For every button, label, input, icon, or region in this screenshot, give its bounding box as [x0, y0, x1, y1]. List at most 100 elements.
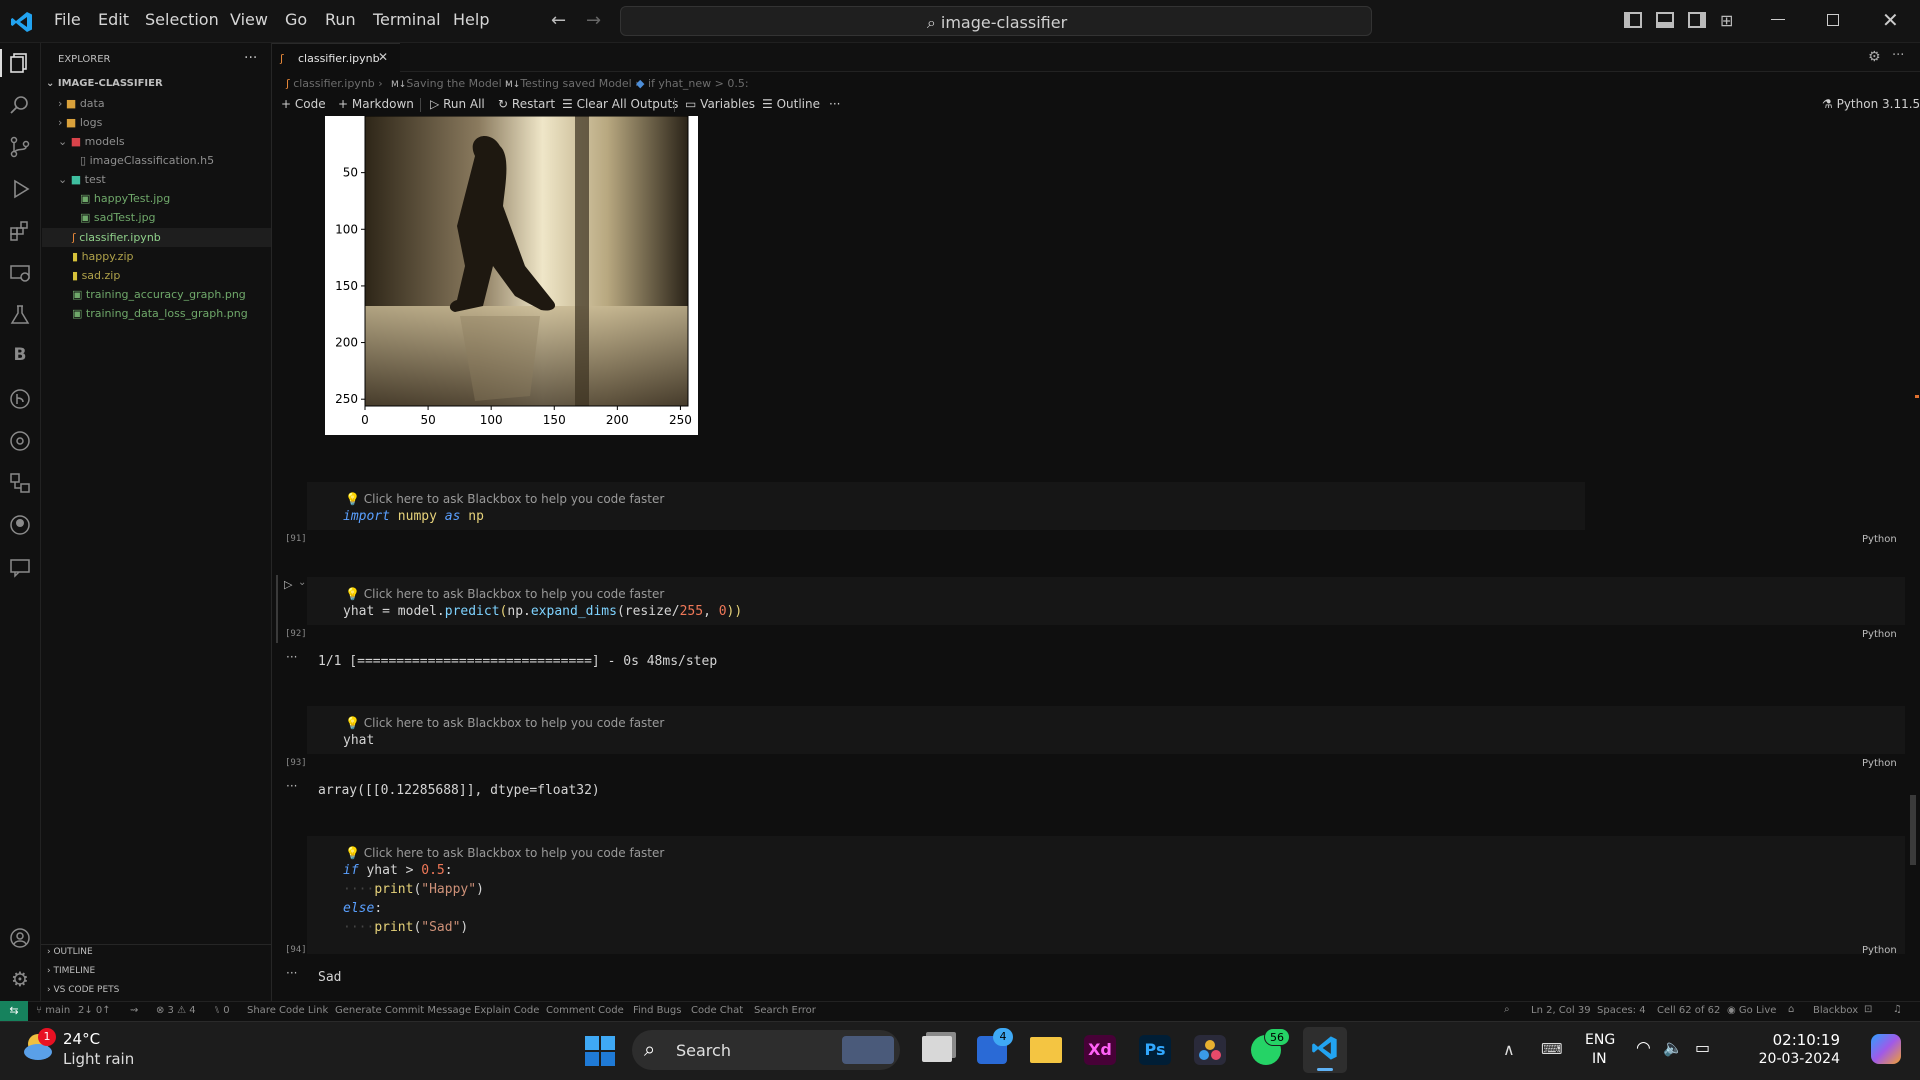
output-more-icon[interactable]: ···: [286, 779, 297, 793]
toggle-secondary-sidebar-icon[interactable]: [1688, 12, 1706, 28]
cell-language[interactable]: Python: [1862, 629, 1897, 640]
code-line[interactable]: yhat: [343, 733, 374, 748]
sync-status[interactable]: 2↓ 0↑: [78, 1005, 111, 1016]
breadcrumb-section[interactable]: M↓Saving the Model ›: [391, 77, 510, 90]
blackbox-status[interactable]: Blackbox: [1813, 1005, 1858, 1016]
cell-position[interactable]: Cell 62 of 62: [1657, 1005, 1720, 1016]
code-cell-91[interactable]: [307, 482, 1585, 530]
menu-edit[interactable]: Edit: [98, 10, 129, 29]
share-code-link[interactable]: Share Code Link: [247, 1005, 328, 1016]
menu-selection[interactable]: Selection: [145, 10, 219, 29]
adobe-xd-icon[interactable]: Xd: [1084, 1035, 1116, 1065]
folder-logs[interactable]: › ■ logs: [58, 116, 102, 129]
file-happy-zip[interactable]: ▮ happy.zip: [72, 250, 134, 263]
code-line[interactable]: else:: [343, 901, 382, 916]
run-cell-icon[interactable]: ▷: [284, 578, 292, 591]
kernel-picker[interactable]: ⚗ Python 3.11.5: [1822, 97, 1920, 111]
blackbox-hint[interactable]: 💡 Click here to ask Blackbox to help you…: [345, 846, 664, 860]
section-outline[interactable]: › OUTLINE: [47, 947, 93, 957]
liveshare-icon[interactable]: ⇝: [130, 1005, 138, 1016]
github-icon[interactable]: [8, 513, 32, 537]
close-tab-icon[interactable]: ✕: [378, 50, 388, 64]
close-window-icon[interactable]: ✕: [1882, 8, 1899, 32]
start-windows-icon[interactable]: [585, 1036, 615, 1066]
cell-language[interactable]: Python: [1862, 758, 1897, 769]
photoshop-icon[interactable]: Ps: [1139, 1035, 1171, 1065]
search-view-icon[interactable]: [8, 93, 32, 117]
code-line[interactable]: ····print("Happy"): [343, 882, 484, 897]
forward-arrow-icon[interactable]: →: [586, 10, 601, 31]
volume-icon[interactable]: 🔈: [1663, 1038, 1683, 1057]
git-graph-icon[interactable]: [8, 429, 32, 453]
taskbar-search-box[interactable]: ⌕ Search: [632, 1030, 900, 1070]
run-all-button[interactable]: ▷ Run All: [430, 97, 485, 111]
zoom-icon[interactable]: ⌕: [1504, 1004, 1510, 1015]
source-control-icon[interactable]: [8, 135, 32, 159]
clear-outputs-button[interactable]: ☰ Clear All Outputs: [562, 97, 678, 111]
indentation[interactable]: Spaces: 4: [1597, 1005, 1646, 1016]
customize-layout-icon[interactable]: ⊞: [1720, 11, 1733, 30]
testing-icon[interactable]: [8, 303, 32, 327]
ports-indicator[interactable]: ⑊ 0: [214, 1005, 230, 1016]
feedback-icon[interactable]: ⌂: [1788, 1004, 1794, 1015]
connections-icon[interactable]: [8, 471, 32, 495]
folder-models[interactable]: ⌄ ■ models: [58, 135, 125, 148]
menu-terminal[interactable]: Terminal: [373, 10, 441, 29]
remote-explorer-icon[interactable]: [8, 261, 32, 285]
search-error[interactable]: Search Error: [754, 1005, 816, 1016]
vscode-logo-icon[interactable]: [10, 10, 34, 34]
cell-language[interactable]: Python: [1862, 945, 1897, 956]
file-sad-zip[interactable]: ▮ sad.zip: [72, 269, 120, 282]
back-arrow-icon[interactable]: ←: [551, 10, 566, 31]
explain-code[interactable]: Explain Code: [474, 1005, 539, 1016]
problems-indicator[interactable]: ⊗ 3 ⚠ 4: [156, 1005, 196, 1016]
toolbar-more-icon[interactable]: ···: [829, 97, 840, 111]
wifi-icon[interactable]: ◠: [1636, 1038, 1651, 1058]
file-explorer-icon[interactable]: [1030, 1037, 1062, 1063]
workspace-root[interactable]: ⌄ IMAGE-CLASSIFIER: [46, 78, 163, 89]
file-training-data-loss-graph[interactable]: ▣ training_data_loss_graph.png: [72, 307, 248, 320]
more-actions-icon[interactable]: ···: [1892, 48, 1904, 63]
breadcrumb-subsection[interactable]: M↓Testing saved Model ›: [505, 77, 640, 90]
file-happytest-jpg[interactable]: ▣ happyTest.jpg: [80, 192, 170, 205]
section-vscode-pets[interactable]: › VS CODE PETS: [47, 985, 119, 995]
blackbox-hint[interactable]: 💡 Click here to ask Blackbox to help you…: [345, 716, 664, 730]
gitlens-icon[interactable]: [8, 387, 32, 411]
remote-indicator-icon[interactable]: ⇆: [0, 1001, 28, 1021]
minimize-icon[interactable]: [1771, 19, 1785, 20]
chat-icon[interactable]: [8, 555, 32, 579]
notebook-settings-icon[interactable]: ⚙: [1868, 49, 1881, 65]
task-view-icon[interactable]: [922, 1036, 952, 1062]
file-sadtest-jpg[interactable]: ▣ sadTest.jpg: [80, 211, 156, 224]
explorer-more-icon[interactable]: ···: [244, 50, 257, 66]
menu-help[interactable]: Help: [453, 10, 489, 29]
blackbox-icon[interactable]: B: [8, 345, 32, 369]
code-chat[interactable]: Code Chat: [691, 1005, 743, 1016]
folder-test[interactable]: ⌄ ■ test: [58, 173, 106, 186]
davinci-resolve-icon[interactable]: [1194, 1035, 1226, 1065]
language-code[interactable]: ENG: [1585, 1032, 1615, 1048]
toggle-panel-icon[interactable]: [1656, 12, 1674, 28]
outline-button[interactable]: ☰ Outline: [762, 97, 820, 111]
branch-indicator[interactable]: ⑂ main: [36, 1005, 70, 1016]
file-imageclassification-h5[interactable]: ▯ imageClassification.h5: [80, 154, 214, 167]
clock-date[interactable]: 20-03-2024: [1738, 1051, 1840, 1067]
code-line[interactable]: if yhat > 0.5:: [343, 863, 453, 878]
comment-code[interactable]: Comment Code: [546, 1005, 624, 1016]
output-more-icon[interactable]: ···: [286, 966, 297, 980]
breadcrumb-file[interactable]: ʃ classifier.ipynb ›: [286, 77, 383, 90]
file-classifier-ipynb[interactable]: ʃ classifier.ipynb: [72, 231, 161, 244]
section-timeline[interactable]: › TIMELINE: [47, 966, 95, 976]
breadcrumb-cell[interactable]: ◆ if yhat_new > 0.5:: [636, 77, 749, 90]
menu-run[interactable]: Run: [325, 10, 356, 29]
code-line[interactable]: import numpy as np: [343, 509, 484, 524]
restore-icon[interactable]: [1827, 14, 1839, 26]
chevron-down-icon[interactable]: ⌄: [298, 577, 306, 588]
add-markdown-cell-button[interactable]: + Markdown: [338, 97, 414, 111]
folder-data[interactable]: › ■ data: [58, 97, 105, 110]
run-debug-icon[interactable]: [8, 177, 32, 201]
vscode-taskbar-button[interactable]: [1303, 1027, 1347, 1073]
weather-temp[interactable]: 24°C: [63, 1030, 100, 1048]
menu-view[interactable]: View: [230, 10, 268, 29]
find-bugs[interactable]: Find Bugs: [633, 1005, 681, 1016]
